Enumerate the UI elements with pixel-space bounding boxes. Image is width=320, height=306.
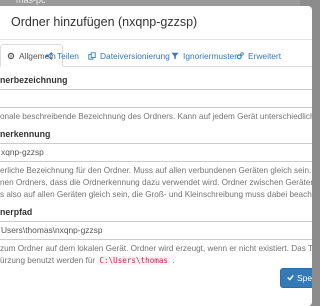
folder-label-help: onale beschreibende Bezeichnung des Ordn… bbox=[0, 112, 312, 121]
folder-path-label: nerpfad bbox=[0, 207, 33, 217]
tab-advanced[interactable]: Erweitert bbox=[236, 46, 281, 66]
cogs-icon bbox=[236, 52, 244, 60]
tab-versioning[interactable]: Dateiversionierung bbox=[88, 46, 170, 66]
save-button-label: Spe bbox=[297, 273, 312, 283]
folder-id-label: nerkennung bbox=[0, 129, 51, 139]
folder-path-help-suffix: . bbox=[172, 256, 175, 265]
tab-sharing-label: Teilen bbox=[57, 51, 79, 61]
tab-ignore-patterns-label: Ignoriermuster bbox=[183, 51, 237, 61]
folder-id-help-line: nen Ordners, dass die Ordnerkennung dazu… bbox=[0, 178, 312, 187]
dialog-title: Ordner hinzufügen (nxqnp-gzzsp) bbox=[11, 15, 198, 29]
tab-advanced-label: Erweitert bbox=[248, 51, 282, 61]
folder-path-help-line: ürzung benutzt werden für C:\Users\thoma… bbox=[0, 255, 175, 267]
folder-id-help-line: s also auf allen Geräten gleich sein, di… bbox=[0, 190, 312, 199]
folder-path-help-prefix: ürzung benutzt werden für bbox=[0, 256, 96, 265]
copy-icon bbox=[88, 52, 96, 60]
tab-ignore-patterns[interactable]: Ignoriermuster bbox=[171, 46, 237, 66]
folder-label-input[interactable] bbox=[0, 89, 312, 108]
tab-sharing[interactable]: Teilen bbox=[45, 46, 79, 66]
folder-id-input[interactable]: xqnp-gzzsp bbox=[0, 143, 312, 162]
folder-id-help-line: erliche Bezeichnung für den Ordner. Muss… bbox=[0, 166, 312, 175]
folder-path-help-line: zum Ordner auf dem lokalen Gerät. Ordner… bbox=[0, 244, 312, 253]
filter-icon bbox=[171, 52, 179, 60]
gear-icon bbox=[7, 52, 15, 60]
dialog-header: Ordner hinzufügen (nxqnp-gzzsp) bbox=[0, 6, 312, 40]
folder-path-input[interactable]: Users\thomas\nxqnp-gzzsp bbox=[0, 221, 312, 240]
save-button[interactable]: Spe bbox=[280, 268, 312, 288]
share-icon bbox=[45, 52, 53, 60]
background-device-name: mas-pc bbox=[16, 0, 46, 5]
folder-path-help-code: C:\Users\thomas bbox=[97, 256, 170, 265]
add-folder-dialog: Ordner hinzufügen (nxqnp-gzzsp) Allgemei… bbox=[0, 6, 312, 306]
check-icon bbox=[287, 273, 294, 283]
dialog-tabs: Allgemein Teilen Dateiversionierung Igno… bbox=[0, 40, 312, 67]
folder-label-label: nerbezeichnung bbox=[0, 75, 68, 85]
tab-versioning-label: Dateiversionierung bbox=[100, 51, 170, 61]
